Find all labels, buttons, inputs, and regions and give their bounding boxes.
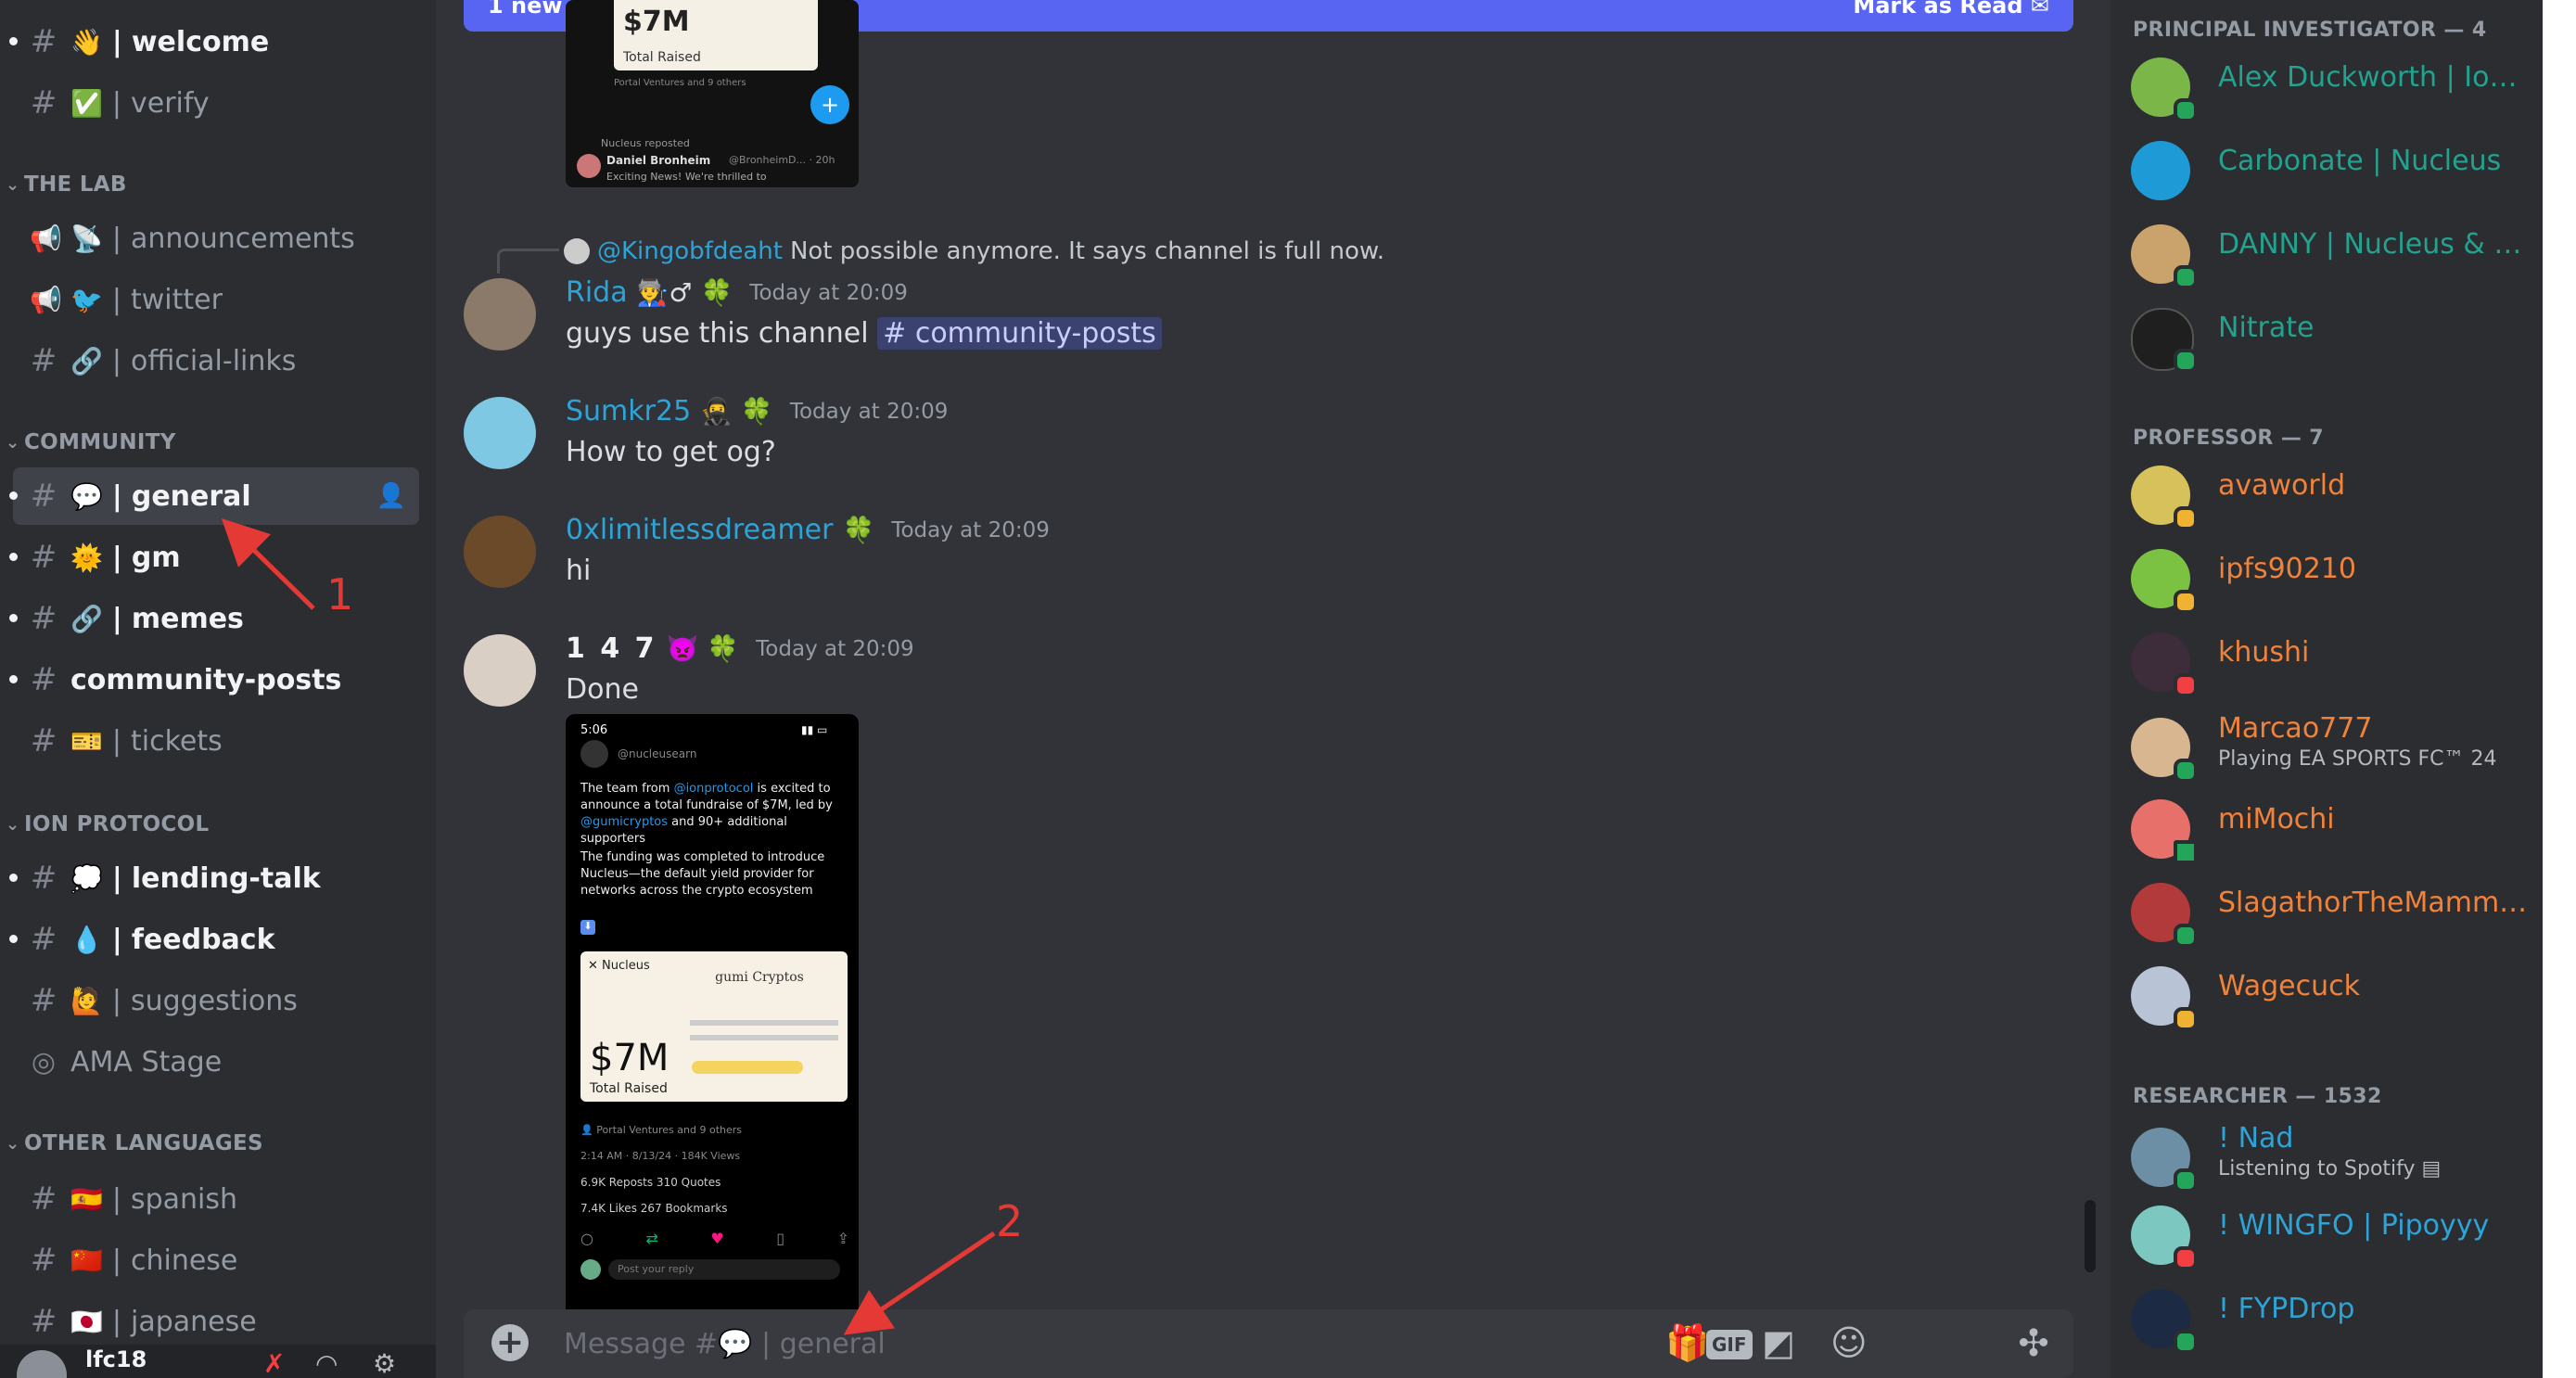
annotation-overlay [221, 518, 996, 1335]
annotation-arrow-2 [843, 1231, 996, 1335]
annotation-label-2: 2 [996, 1196, 1024, 1246]
annotation-arrow-1 [221, 518, 315, 610]
annotation-label-1: 1 [326, 569, 354, 619]
